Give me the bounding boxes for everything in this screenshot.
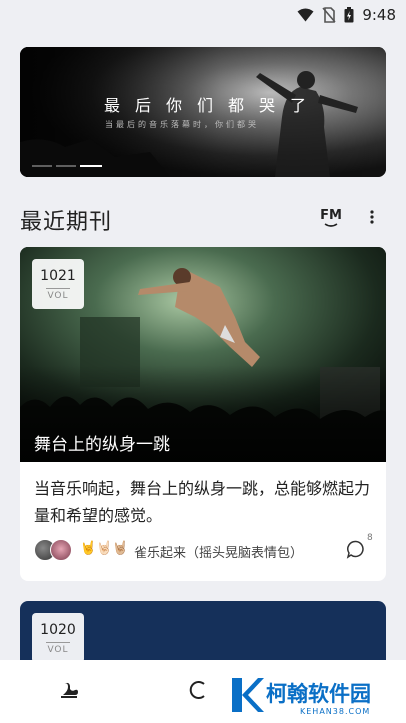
issue-footer: 🤘🤘🏻🤘🏼 雀乐起来（摇头晃脑表情包） 8	[34, 533, 378, 561]
section-title: 最近期刊	[20, 210, 113, 235]
banner-indicator	[32, 165, 102, 167]
vol-number: 1020	[40, 622, 76, 638]
no-sim-icon	[322, 7, 336, 23]
status-icons: 9:48	[297, 4, 396, 26]
watermark-url: KEHAN38.COM	[300, 707, 371, 716]
swan-logo-icon[interactable]	[58, 680, 80, 702]
comment-count: 8	[367, 533, 373, 543]
watermark-logo-icon	[232, 678, 264, 712]
vol-label: VOL	[47, 645, 69, 655]
vol-number: 1021	[40, 268, 76, 284]
banner-subtitle: 当最后的音乐落幕时，你们都哭	[105, 120, 259, 129]
issue-card[interactable]: 1021 VOL 舞台上的纵身一跳 当音乐响起，舞台上的纵身一跳，总能够燃起力量…	[20, 247, 386, 581]
vol-badge: 1020 VOL	[32, 613, 84, 663]
issue-title: 舞台上的纵身一跳	[34, 435, 170, 455]
vol-badge: 1021 VOL	[32, 259, 84, 309]
avatar[interactable]	[50, 539, 72, 561]
more-button[interactable]	[364, 204, 380, 230]
banner-dot-active	[80, 165, 102, 167]
status-time: 9:48	[362, 6, 396, 24]
emoji-reactions: 🤘🤘🏻🤘🏼	[80, 541, 129, 556]
banner-title: 最后你们都哭了	[104, 96, 322, 115]
vol-label: VOL	[47, 291, 69, 301]
battery-icon	[344, 7, 354, 23]
watermark-text: 柯翰软件园	[266, 682, 371, 706]
search-icon[interactable]	[188, 678, 210, 702]
fm-button[interactable]: FM	[318, 204, 344, 230]
section-header: 最近期刊 FM	[20, 200, 386, 236]
vol-divider	[46, 642, 70, 643]
status-bar: 9:48	[0, 0, 406, 30]
wifi-icon	[297, 8, 314, 22]
more-vertical-icon	[370, 210, 374, 224]
issue-description: 当音乐响起，舞台上的纵身一跳，总能够燃起力量和希望的感觉。	[34, 479, 371, 525]
banner-dot	[56, 165, 76, 167]
vol-divider	[46, 288, 70, 289]
fm-icon: FM	[320, 208, 342, 227]
banner-dot	[32, 165, 52, 167]
watermark: 柯翰软件园 KEHAN38.COM	[224, 674, 394, 718]
issue-cover[interactable]: 1021 VOL 舞台上的纵身一跳	[20, 247, 386, 462]
banner-carousel[interactable]: 最后你们都哭了 当最后的音乐落幕时，你们都哭	[20, 47, 386, 177]
comment-icon[interactable]	[346, 539, 366, 559]
fm-label: FM	[320, 208, 342, 223]
featured-comment: 雀乐起来（摇头晃脑表情包）	[134, 546, 304, 561]
